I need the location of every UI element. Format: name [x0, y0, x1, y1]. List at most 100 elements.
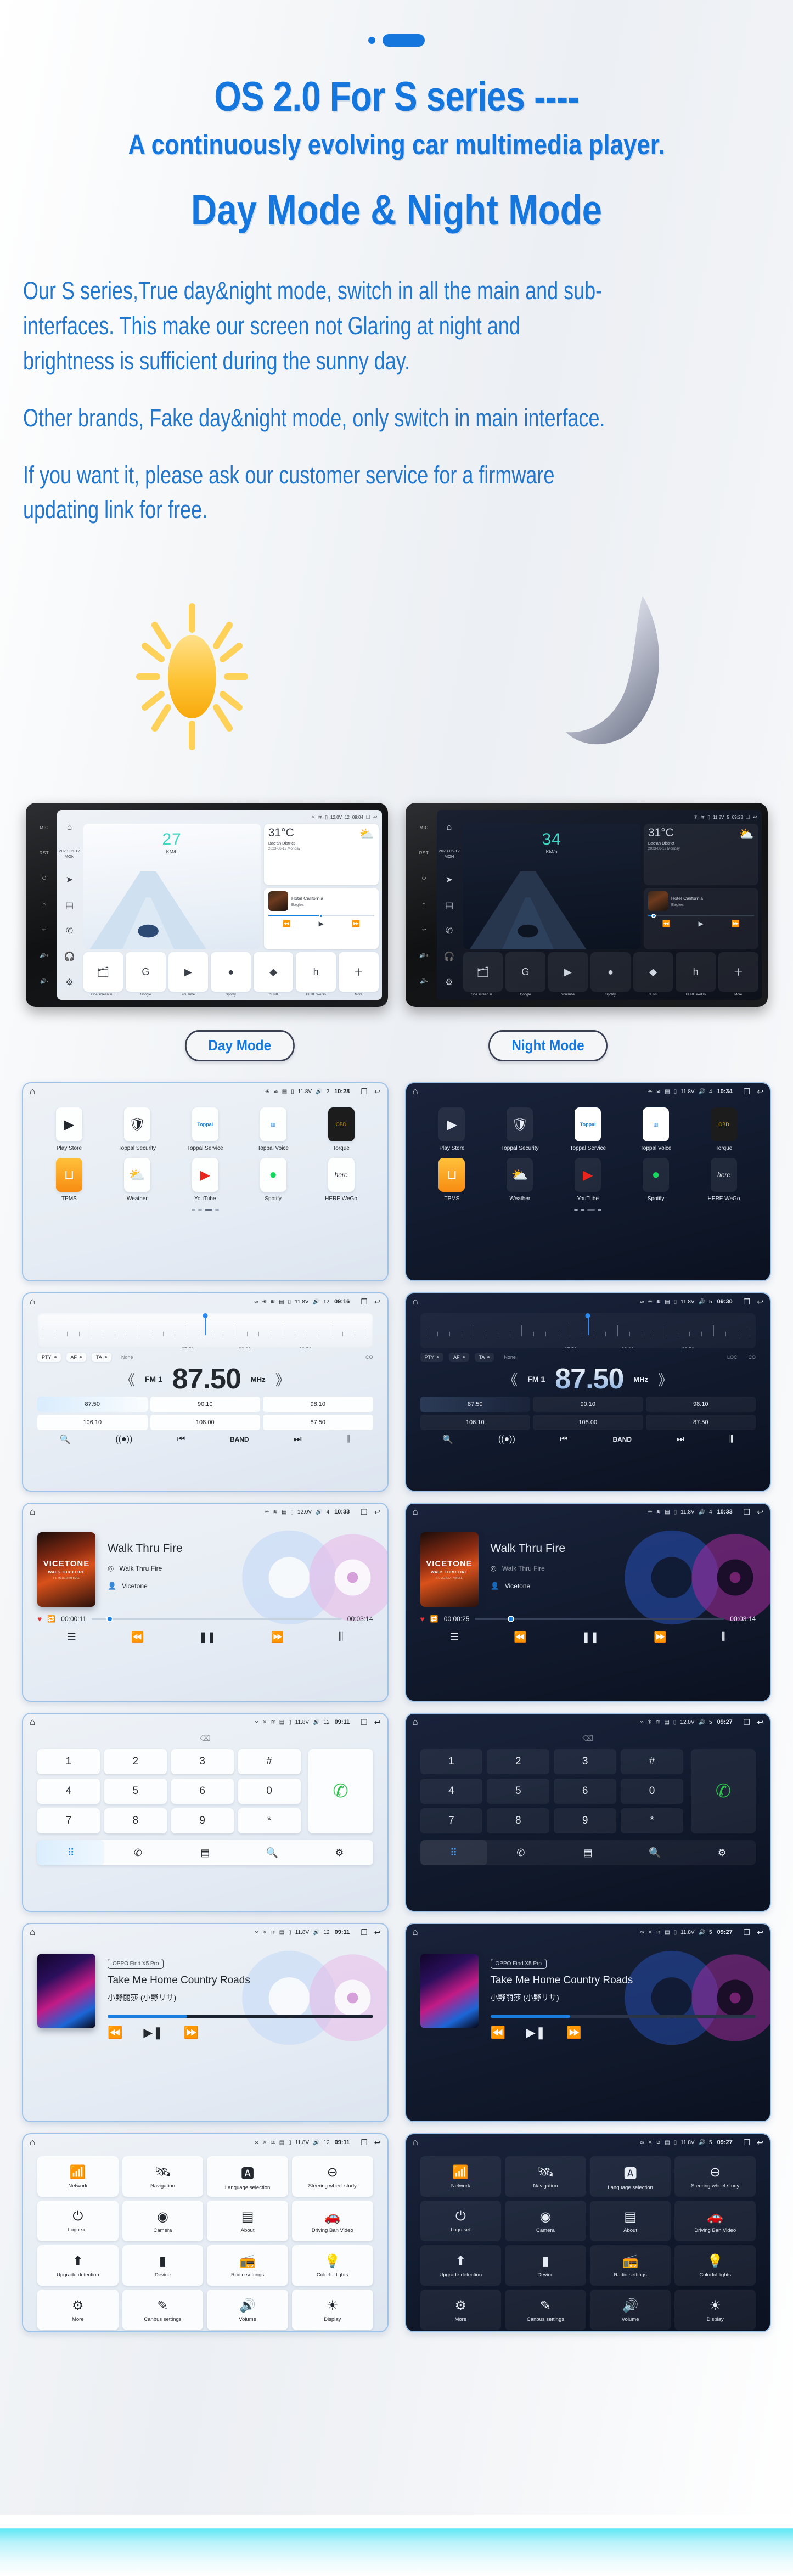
- next-station-icon[interactable]: 》: [658, 1369, 672, 1390]
- settings-icon[interactable]: ⚙: [445, 978, 453, 987]
- frequency-row[interactable]: 《 FM 1 87.50 MHz 》: [23, 1362, 387, 1393]
- playback-progress-row[interactable]: ♥ 🔁 00:00:11 00:03:14: [23, 1607, 387, 1623]
- toppal-security-icon[interactable]: 🛡: [507, 1107, 533, 1142]
- nav-sidebar-day[interactable]: ⌂ 2023-06-12 MON ➤ ▤ ✆ 🎧 ⚙: [57, 810, 82, 1000]
- bt-audio-icon[interactable]: 🎧: [64, 953, 75, 961]
- preset-button[interactable]: 108.00: [533, 1415, 643, 1431]
- next-station-icon[interactable]: 》: [275, 1369, 290, 1390]
- recents-icon[interactable]: ❐: [744, 1718, 751, 1727]
- co-label[interactable]: CO: [365, 1354, 373, 1360]
- playback-controls[interactable]: ⏪ ▶ ⏩: [268, 920, 374, 927]
- key-2[interactable]: 2: [104, 1749, 167, 1775]
- here-wego-icon[interactable]: here: [711, 1158, 738, 1193]
- dock-app[interactable]: ● Spotify: [590, 952, 631, 997]
- repeat-icon[interactable]: 🔁: [430, 1615, 438, 1623]
- preset-button[interactable]: 106.10: [420, 1415, 530, 1431]
- setting-canbus[interactable]: ✎ Canbus settings: [122, 2290, 204, 2331]
- play-pause-icon[interactable]: ▶❚: [526, 2026, 545, 2040]
- setting-display[interactable]: ☀ Display: [674, 2290, 756, 2331]
- dock-app[interactable]: ＋ More: [338, 952, 379, 997]
- back-icon[interactable]: ↩: [757, 1297, 763, 1307]
- home-icon[interactable]: ⌂: [413, 1717, 418, 1728]
- hardware-button-rail[interactable]: MIC RST ⏻ ⌂ ↩ 🔊+ 🔊-: [32, 810, 57, 1000]
- tpms-icon[interactable]: ⊔: [55, 1158, 82, 1193]
- home-icon[interactable]: ⌂: [67, 823, 72, 832]
- tab-call-log[interactable]: ✆: [487, 1840, 554, 1865]
- seek-bar[interactable]: [475, 1616, 725, 1623]
- next-icon[interactable]: ⏩: [184, 2026, 199, 2040]
- home-icon[interactable]: ⌂: [30, 2137, 35, 2148]
- back-icon[interactable]: ↩: [757, 1087, 763, 1096]
- tab-search[interactable]: 🔍: [239, 1840, 306, 1865]
- speedometer-widget[interactable]: 27 KM/h: [83, 824, 261, 949]
- home-icon[interactable]: ⌂: [447, 823, 452, 832]
- player-toolbar[interactable]: ☰ ⏪ ❚❚ ⏩ ⫼: [23, 1623, 387, 1644]
- preset-button[interactable]: 98.10: [645, 1397, 756, 1413]
- settings-grid[interactable]: 📶 Network 🛰 Navigation 🅰 Language selection…: [23, 2151, 387, 2331]
- setting-volume[interactable]: 🔊 Volume: [589, 2290, 671, 2331]
- setting-steering-wheel[interactable]: ⊖ Steering wheel study: [291, 2156, 373, 2197]
- keypad-area[interactable]: 1 2 3 # 4 5 6 0 7 8 9 * ✆: [406, 1730, 770, 1834]
- preset-button[interactable]: 87.50: [420, 1397, 530, 1413]
- app-grid[interactable]: ▶ Play Store 🛡 Toppal Security Toppal Toppa…: [406, 1100, 770, 1202]
- key-7[interactable]: 7: [37, 1808, 100, 1834]
- key-6[interactable]: 6: [554, 1779, 617, 1804]
- layers-icon[interactable]: 🗂: [463, 952, 503, 992]
- key-0[interactable]: 0: [238, 1779, 301, 1804]
- music-widget[interactable]: Hotel California Eagles ⏪ ▶ ⏩: [643, 888, 758, 949]
- prev-icon[interactable]: ⏪: [491, 2026, 505, 2040]
- dialer-tabs[interactable]: ⠿ ✆ ▤ 🔍 ⚙: [420, 1840, 756, 1866]
- key-1[interactable]: 1: [420, 1749, 483, 1775]
- screenshot-music-day[interactable]: ⌂ ✳ ≋ ▤ ▯ 12.0V 🔊 4 10:33 ❐ ↩ VICETONE W…: [22, 1503, 389, 1702]
- setting-driving-ban-video[interactable]: 🚗 Driving Ban Video: [674, 2201, 756, 2242]
- youtube-icon[interactable]: ▶: [168, 952, 209, 992]
- setting-steering-wheel[interactable]: ⊖ Steering wheel study: [674, 2156, 756, 2197]
- app-item[interactable]: ▶ Play Store: [418, 1107, 486, 1151]
- tab-call-log[interactable]: ✆: [104, 1840, 171, 1865]
- setting-device[interactable]: ▮ Device: [505, 2245, 586, 2286]
- toppal-service-icon[interactable]: Toppal: [575, 1107, 601, 1142]
- app-item[interactable]: ● Spotify: [622, 1158, 690, 1202]
- setting-radio[interactable]: 📻 Radio settings: [207, 2245, 288, 2286]
- recents-icon[interactable]: ❐: [366, 814, 370, 820]
- volume-up-button[interactable]: 🔊+: [40, 953, 48, 959]
- tab-keypad[interactable]: ⠿: [420, 1840, 487, 1866]
- weather-widget[interactable]: 31°C Bao'an District 2023-06-12 Monday ⛅: [643, 824, 758, 886]
- app-dock-night[interactable]: 🗂 One screen in... G Google ▶ YouTube ● Spot…: [463, 952, 758, 997]
- speedometer-widget[interactable]: 34 KM/h: [463, 824, 640, 949]
- scan-icon[interactable]: ((●)): [115, 1435, 132, 1444]
- app-grid[interactable]: ▶ Play Store 🛡 Toppal Security Toppal Toppa…: [23, 1100, 387, 1202]
- prev-icon[interactable]: ⏪: [282, 920, 290, 927]
- nav-sidebar-night[interactable]: ⌂ 2023-06-12 MON ➤ ▤ ✆ 🎧 ⚙: [437, 810, 462, 1000]
- navigation-icon[interactable]: ➤: [446, 875, 453, 885]
- call-button[interactable]: ✆: [308, 1749, 373, 1834]
- key-7[interactable]: 7: [420, 1808, 483, 1834]
- app-dock-day[interactable]: 🗂 One screen in... G Google ▶ YouTube ● Spot…: [83, 952, 379, 997]
- setting-more[interactable]: ⚙ More: [37, 2290, 119, 2331]
- co-label[interactable]: CO: [749, 1354, 756, 1360]
- key-8[interactable]: 8: [104, 1808, 167, 1834]
- backspace-icon[interactable]: ⌫: [200, 1734, 211, 1743]
- player-toolbar[interactable]: ☰ ⏪ ❚❚ ⏩ ⫼: [406, 1623, 770, 1644]
- key-0[interactable]: 0: [621, 1779, 683, 1804]
- next-icon[interactable]: ⏩: [654, 1630, 667, 1644]
- weather-icon[interactable]: ⛅: [507, 1158, 533, 1193]
- dock-app[interactable]: ▶ YouTube: [168, 952, 209, 997]
- eq-icon[interactable]: ⫼: [339, 1631, 344, 1643]
- pause-icon[interactable]: ❚❚: [581, 1631, 599, 1644]
- af-chip[interactable]: AF: [449, 1353, 469, 1362]
- seek-bar[interactable]: [490, 2015, 756, 2018]
- home-icon[interactable]: ⌂: [30, 1296, 35, 1307]
- recents-icon[interactable]: ❐: [744, 2138, 751, 2147]
- settings-grid[interactable]: 📶 Network 🛰 Navigation 🅰 Language selection…: [406, 2151, 770, 2331]
- dock-app[interactable]: 🗂 One screen in...: [463, 952, 503, 997]
- youtube-icon[interactable]: ▶: [192, 1158, 218, 1193]
- tpms-icon[interactable]: ⊔: [438, 1158, 465, 1193]
- play-store-icon[interactable]: ▶: [55, 1107, 82, 1142]
- key-3[interactable]: 3: [171, 1749, 234, 1775]
- key-8[interactable]: 8: [487, 1808, 550, 1834]
- home-icon[interactable]: ⌂: [413, 2137, 418, 2148]
- youtube-icon[interactable]: ▶: [548, 952, 588, 992]
- recents-icon[interactable]: ❐: [361, 1297, 368, 1307]
- setting-navigation[interactable]: 🛰 Navigation: [505, 2156, 586, 2197]
